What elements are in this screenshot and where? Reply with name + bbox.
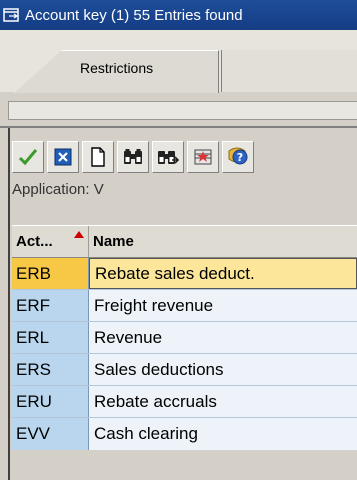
column-header-account-key[interactable]: Act...	[12, 226, 89, 257]
table-row[interactable]: ERU Rebate accruals	[12, 386, 357, 418]
account-key-cell[interactable]: ERB	[12, 258, 89, 289]
table-header: Act... Name	[12, 225, 357, 258]
name-text: Revenue	[94, 327, 163, 347]
account-key-cell[interactable]: ERU	[12, 386, 89, 417]
tab-strip-empty-area	[221, 50, 357, 92]
window-title: Account key (1) 55 Entries found	[25, 6, 243, 24]
new-button[interactable]	[82, 141, 114, 173]
table-row[interactable]: EVV Cash clearing	[12, 418, 357, 450]
hit-list-toolbar: ?	[12, 141, 254, 173]
name-text: Cash clearing	[94, 424, 198, 443]
window-title-bar: Account key (1) 55 Entries found	[0, 0, 357, 30]
name-text: Rebate accruals	[94, 391, 217, 411]
multiple-selection-button[interactable]	[187, 141, 219, 173]
column-header-label: Name	[93, 233, 134, 250]
name-text: Freight revenue	[94, 295, 214, 315]
account-key-cell[interactable]: ERS	[12, 354, 89, 385]
column-header-label: Act...	[16, 233, 53, 250]
svg-text:?: ?	[237, 151, 243, 164]
tab-restrictions-label[interactable]: Restrictions	[80, 60, 153, 76]
table-row[interactable]: ERF Freight revenue	[12, 290, 357, 322]
name-cell[interactable]: Rebate sales deduct.	[89, 258, 357, 289]
check-icon	[18, 148, 38, 166]
help-button[interactable]: ?	[222, 141, 254, 173]
name-text: Sales deductions	[94, 359, 224, 379]
name-cell[interactable]: Revenue	[89, 322, 357, 353]
cancel-icon	[54, 148, 72, 166]
find-icon	[122, 148, 144, 166]
name-cell[interactable]: Freight revenue	[89, 290, 357, 321]
find-button[interactable]	[117, 141, 149, 173]
hit-list-table: Act... Name ERB Rebate sales deduct. ERF…	[12, 225, 357, 450]
application-restriction-label: Application: V	[12, 181, 104, 198]
table-row[interactable]: ERL Revenue	[12, 322, 357, 354]
name-cell[interactable]: Cash clearing	[89, 418, 357, 450]
name-cell[interactable]: Rebate accruals	[89, 386, 357, 417]
restriction-field-bar	[8, 101, 357, 120]
table-row[interactable]: ERS Sales deductions	[12, 354, 357, 386]
sort-indicator-icon	[74, 231, 84, 238]
name-cell[interactable]: Sales deductions	[89, 354, 357, 385]
cancel-button[interactable]	[47, 141, 79, 173]
name-text: Rebate sales deduct.	[95, 263, 255, 283]
column-header-name[interactable]: Name	[89, 226, 357, 257]
account-key-cell[interactable]: ERL	[12, 322, 89, 353]
new-document-icon	[90, 147, 106, 167]
account-key-cell[interactable]: EVV	[12, 418, 89, 450]
continue-button[interactable]	[12, 141, 44, 173]
account-key-cell[interactable]: ERF	[12, 290, 89, 321]
table-row[interactable]: ERB Rebate sales deduct.	[12, 258, 357, 290]
find-next-icon	[157, 148, 179, 166]
window-icon	[3, 7, 21, 23]
find-next-button[interactable]	[152, 141, 184, 173]
help-icon: ?	[227, 147, 249, 167]
multiple-selection-icon	[193, 148, 213, 166]
